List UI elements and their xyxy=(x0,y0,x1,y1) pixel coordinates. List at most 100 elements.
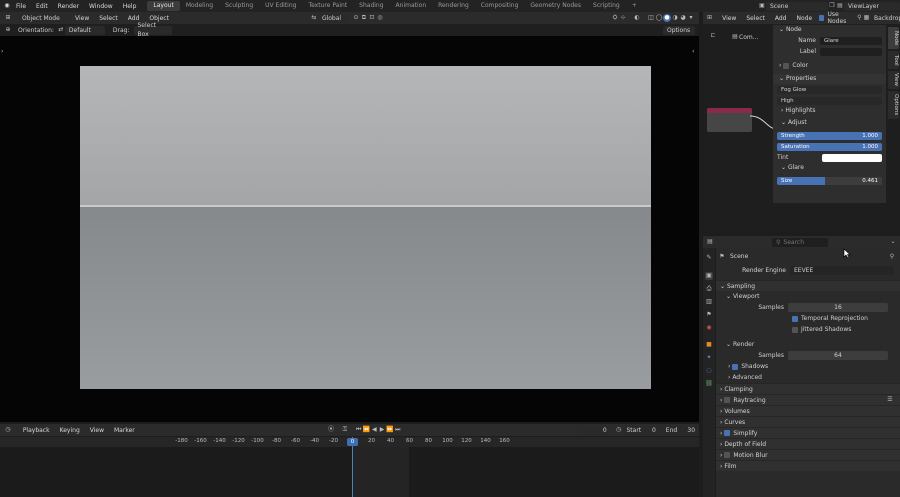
node-menu-node[interactable]: Node xyxy=(791,15,817,22)
timeline-editor-icon[interactable]: ◷ xyxy=(4,426,12,434)
sampling-section[interactable]: ⌄ Sampling xyxy=(716,280,900,291)
proportional-edit-icon[interactable]: ◎ xyxy=(376,14,384,22)
shading-rendered-icon[interactable]: ◕ xyxy=(679,14,687,22)
world-tab-icon[interactable]: ◉ xyxy=(705,324,713,332)
render-samples-field[interactable]: 64 xyxy=(788,351,888,360)
node-section-header[interactable]: ⌄ Node xyxy=(773,25,886,35)
backdrop-icon[interactable]: ▦ xyxy=(863,14,870,22)
end-frame-field[interactable]: End 30 xyxy=(661,425,700,435)
playhead-line[interactable] xyxy=(352,437,353,497)
view-layer-tab-icon[interactable]: ▥ xyxy=(705,298,713,306)
overlay-icon[interactable]: ◐ xyxy=(633,14,641,22)
temporal-reprojection-checkbox[interactable] xyxy=(792,315,798,322)
shading-wireframe-icon[interactable]: ◯ xyxy=(655,14,663,22)
menu-render[interactable]: Render xyxy=(53,3,84,10)
shadows-subsection[interactable]: › Shadows xyxy=(716,361,900,372)
current-frame-field[interactable]: 0 xyxy=(577,425,611,435)
preview-range-icon[interactable]: ◷ xyxy=(615,426,623,434)
physics-tab-icon[interactable]: ◌ xyxy=(705,367,713,375)
strength-slider[interactable]: Strength 1.000 xyxy=(777,131,882,140)
play-reverse-icon[interactable]: ◀ xyxy=(370,426,378,434)
snap-icon[interactable]: ⧉ xyxy=(360,14,368,22)
editor-type-icon[interactable]: ⊞ xyxy=(4,14,12,22)
view-layer-selector[interactable]: ViewLayer xyxy=(844,1,900,11)
glare-type-dropdown[interactable]: Fog Glow xyxy=(777,85,882,94)
snap-target-icon[interactable]: ⊡ xyxy=(368,14,376,22)
render-engine-dropdown[interactable]: EEVEE xyxy=(790,266,894,275)
workspace-tab-shading[interactable]: Shading xyxy=(353,1,389,11)
raytracing-presets-icon[interactable]: ☰ xyxy=(886,396,894,404)
tab-tool[interactable]: Tool xyxy=(888,51,899,69)
properties-search-field[interactable]: ⚲ Search xyxy=(772,237,828,247)
use-nodes-checkbox[interactable] xyxy=(819,15,825,21)
constraints-tab-icon[interactable]: ⛓ xyxy=(705,380,713,388)
tool-tab-icon[interactable]: ✎ xyxy=(705,254,713,262)
workspace-tab-layout[interactable]: Layout xyxy=(147,1,180,11)
copy-scene-icon[interactable]: ❐ xyxy=(828,2,836,10)
scene-tab-icon[interactable]: ⚑ xyxy=(705,311,713,319)
properties-editor-icon[interactable]: ▤ xyxy=(706,238,714,246)
advanced-subsection[interactable]: › Advanced xyxy=(716,372,900,383)
render-subsection[interactable]: ⌄ Render xyxy=(716,339,900,350)
depth-of-field-section[interactable]: › Depth of Field xyxy=(716,438,900,449)
viewport-menu-select[interactable]: Select xyxy=(94,15,123,22)
drag-dropdown[interactable]: Select Box xyxy=(133,22,172,38)
workspace-tab-texture-paint[interactable]: Texture Paint xyxy=(302,1,353,11)
motion-blur-section[interactable]: › Motion Blur xyxy=(716,449,900,460)
label-field[interactable] xyxy=(820,47,882,56)
simplify-checkbox[interactable] xyxy=(724,430,731,436)
keying-set-icon[interactable]: ⚿ xyxy=(341,426,349,434)
properties-section-header[interactable]: ⌄ Properties xyxy=(773,74,886,84)
glare-node[interactable] xyxy=(707,108,752,132)
orientation-dropdown[interactable]: Default xyxy=(64,25,105,35)
playhead-frame-label[interactable]: 0 xyxy=(347,438,358,446)
name-field[interactable]: Glare xyxy=(820,36,882,45)
jump-end-icon[interactable]: ⏭ xyxy=(394,426,402,434)
workspace-tab-scripting[interactable]: Scripting xyxy=(587,1,626,11)
options-dropdown[interactable]: Options xyxy=(663,25,695,35)
start-frame-field[interactable]: Start 0 xyxy=(622,425,660,435)
viewport-subsection[interactable]: ⌄ Viewport xyxy=(716,291,900,302)
xray-icon[interactable]: ◫ xyxy=(647,14,655,22)
auto-keying-icon[interactable]: ⦿ xyxy=(327,426,335,434)
output-tab-icon[interactable]: ⎙ xyxy=(705,285,713,293)
color-section-header[interactable]: › Color xyxy=(773,61,886,71)
tab-view[interactable]: View xyxy=(888,71,899,89)
viewport-3d[interactable]: › ‹ xyxy=(0,36,699,422)
volumes-section[interactable]: › Volumes xyxy=(716,405,900,416)
scene-pin-icon[interactable]: ⚲ xyxy=(888,253,896,261)
timeline-menu-keying[interactable]: Keying xyxy=(55,427,85,434)
workspace-tab-modeling[interactable]: Modeling xyxy=(180,1,219,11)
transform-orientation-dropdown[interactable]: Global xyxy=(317,13,348,23)
workspace-tab-rendering[interactable]: Rendering xyxy=(432,1,475,11)
timeline-area[interactable] xyxy=(0,447,699,497)
toolbar-expand-arrow-icon[interactable]: › xyxy=(1,48,3,55)
highlights-subpanel[interactable]: › Highlights xyxy=(773,106,886,116)
glare-subpanel[interactable]: ⌄ Glare xyxy=(773,163,886,173)
menu-help[interactable]: Help xyxy=(118,3,142,10)
jump-keyframe-forward-icon[interactable]: ⏩ xyxy=(386,426,394,434)
viewport-menu-view[interactable]: View xyxy=(70,15,94,22)
pivot-point-icon[interactable]: ⊙ xyxy=(352,14,360,22)
properties-options-icon[interactable]: ⌄ xyxy=(889,238,897,246)
jump-keyframe-back-icon[interactable]: ⏪ xyxy=(363,426,371,434)
mode-dropdown[interactable]: Object Mode xyxy=(18,13,70,23)
modifier-tab-icon[interactable]: ✦ xyxy=(705,354,713,362)
blender-logo-icon[interactable]: ◉ xyxy=(3,2,11,10)
workspace-tab-animation[interactable]: Animation xyxy=(390,1,433,11)
shading-options-icon[interactable]: ▾ xyxy=(687,14,695,22)
workspace-tab-sculpting[interactable]: Sculpting xyxy=(219,1,259,11)
motion-blur-checkbox[interactable] xyxy=(724,452,731,458)
clamping-section[interactable]: › Clamping xyxy=(716,383,900,394)
timeline-menu-marker[interactable]: Marker xyxy=(109,427,140,434)
visibility-icon[interactable]: ⛭ xyxy=(611,14,619,22)
node-menu-select[interactable]: Select xyxy=(741,15,770,22)
curves-section[interactable]: › Curves xyxy=(716,416,900,427)
object-tab-icon[interactable]: ■ xyxy=(705,341,713,349)
gizmo-icon[interactable]: ⊹ xyxy=(619,14,627,22)
film-section[interactable]: › Film xyxy=(716,460,900,471)
menu-window[interactable]: Window xyxy=(84,3,118,10)
play-icon[interactable]: ▶ xyxy=(378,426,386,434)
menu-file[interactable]: File xyxy=(11,3,31,10)
jittered-shadows-checkbox[interactable] xyxy=(792,326,798,333)
